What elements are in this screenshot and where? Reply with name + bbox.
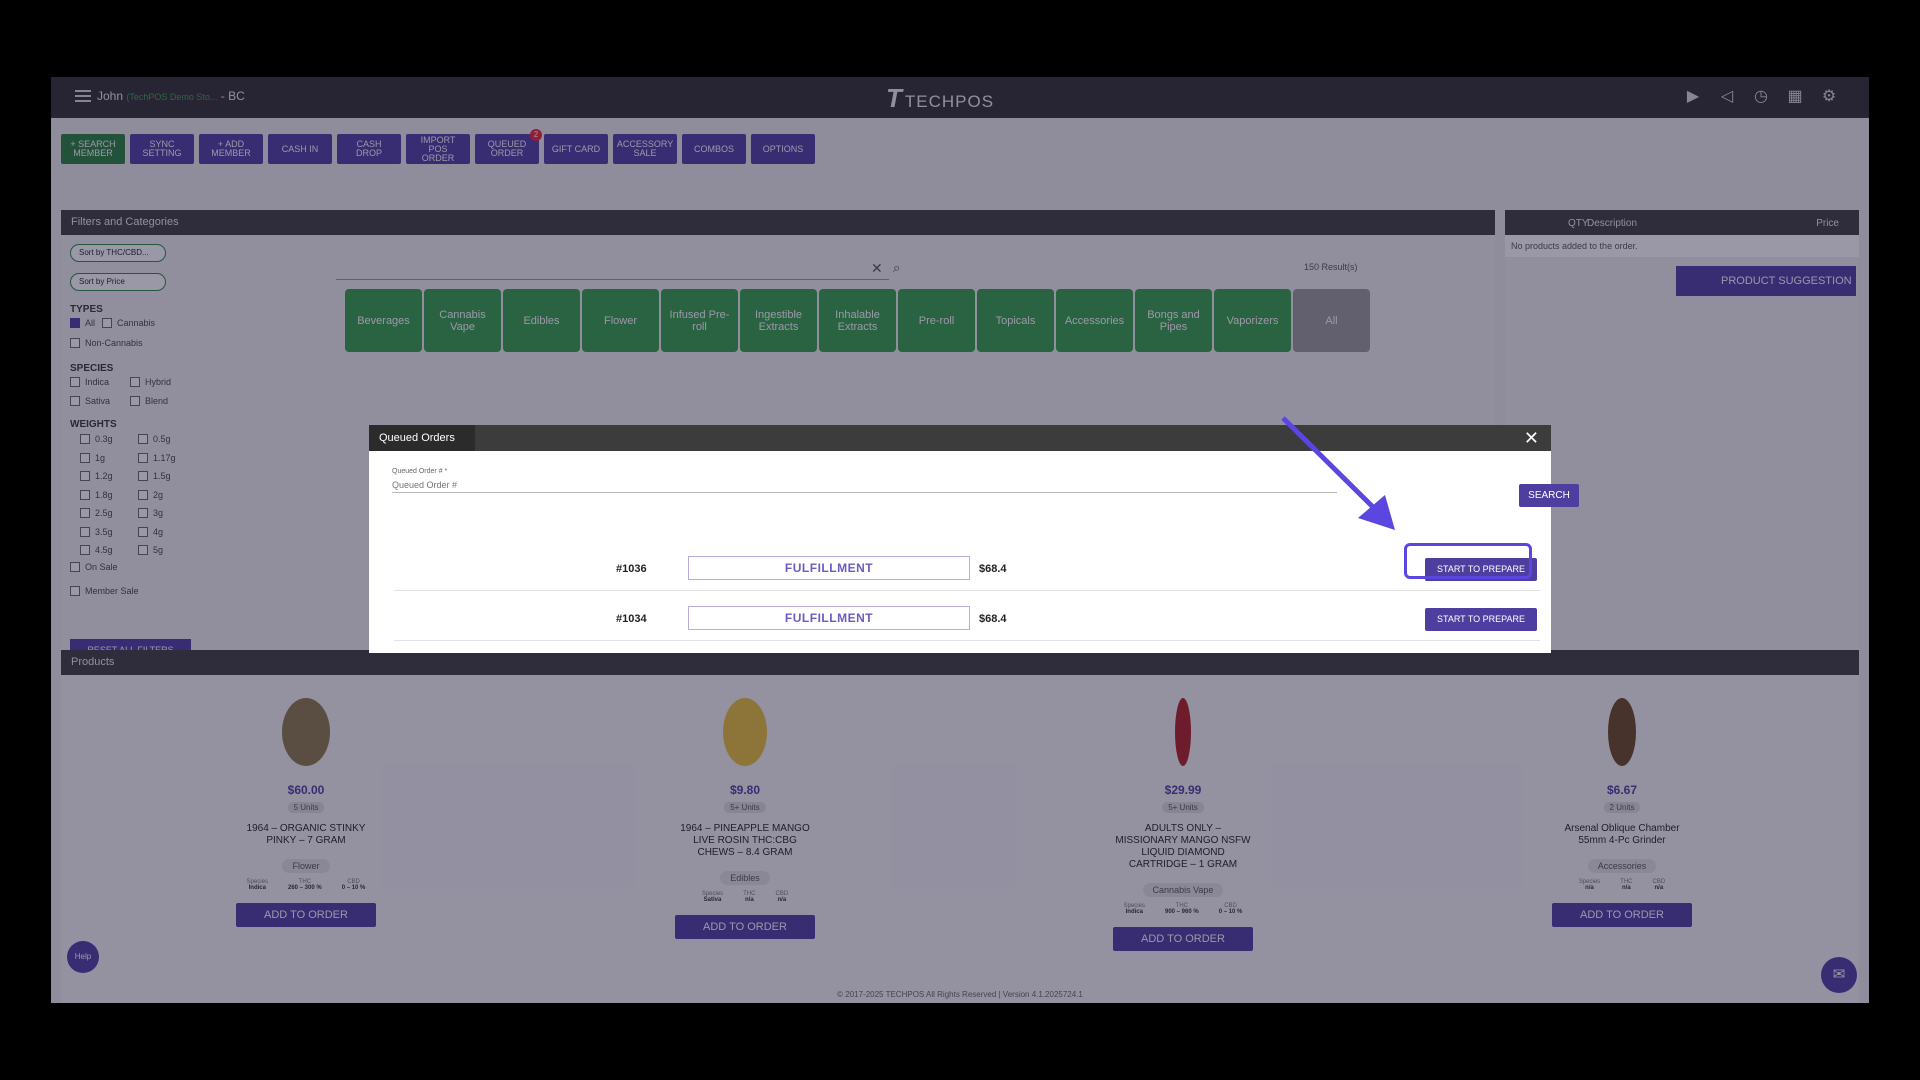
order-status: FULFILLMENT [688,556,970,580]
order-price: $68.4 [979,613,1007,625]
queued-orders-modal: Queued Orders ✕ Queued Order # * SEARCH … [369,425,1579,653]
order-number: #1036 [616,563,647,575]
start-to-prepare-button[interactable]: START TO PREPARE [1425,608,1537,631]
highlight-box [1404,543,1532,579]
modal-title: Queued Orders [369,425,475,451]
queued-order-input[interactable] [392,477,1337,493]
order-price: $68.4 [979,563,1007,575]
queued-order-field-label: Queued Order # * [392,468,448,475]
close-icon[interactable]: ✕ [1524,428,1539,449]
queued-order-row: #1034 FULFILLMENT $68.4 START TO PREPARE [394,591,1540,641]
modal-header: Queued Orders ✕ [369,425,1551,451]
queued-order-row: #1036 FULFILLMENT $68.4 START TO PREPARE [394,541,1540,591]
order-status: FULFILLMENT [688,606,970,630]
modal-search-button[interactable]: SEARCH [1519,484,1579,507]
order-number: #1034 [616,613,647,625]
